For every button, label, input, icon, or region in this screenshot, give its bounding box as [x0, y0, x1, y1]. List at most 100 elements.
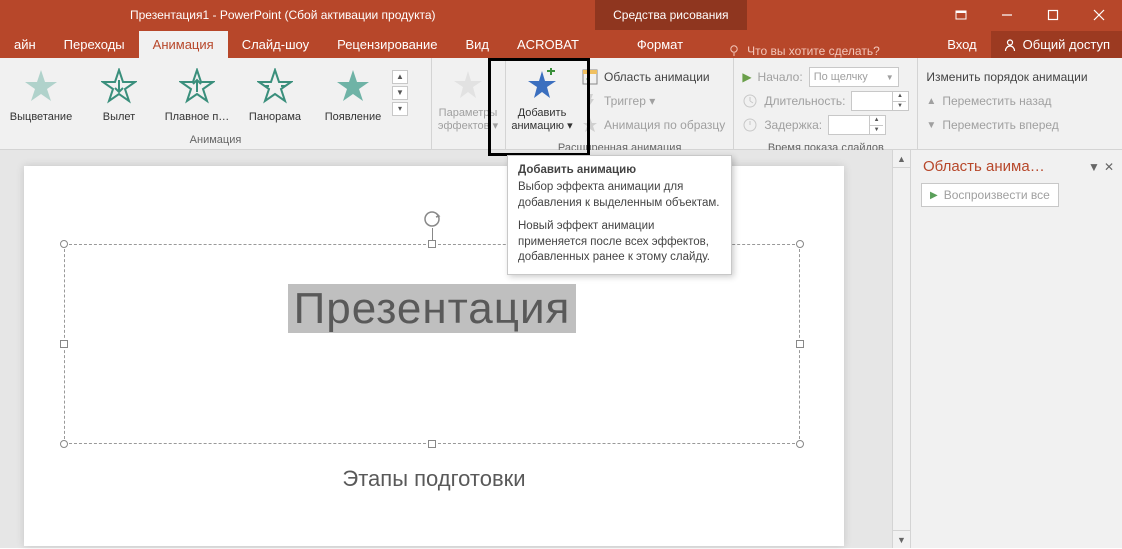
add-animation-button[interactable]: Добавить анимацию ▾	[508, 62, 576, 140]
move-later-label: Переместить вперед	[942, 118, 1058, 132]
gallery-down[interactable]: ▼	[392, 86, 408, 100]
group-effect-options: Параметры эффектов ▾	[432, 58, 506, 149]
start-row: ▶ Начало: По щелчку▼	[742, 66, 909, 88]
tab-slideshow[interactable]: Слайд-шоу	[228, 31, 323, 58]
resize-handle[interactable]	[428, 440, 436, 448]
start-dropdown[interactable]: По щелчку▼	[809, 67, 899, 87]
tab-acrobat[interactable]: ACROBAT	[503, 31, 593, 58]
move-later-button: ▼ Переместить вперед	[926, 114, 1087, 136]
star-icon	[335, 68, 371, 104]
title-bar: Презентация1 - PowerPoint (Сбой активаци…	[0, 0, 1122, 30]
animation-pane-title: Область анима…	[923, 158, 1045, 175]
tab-view[interactable]: Вид	[451, 31, 503, 58]
play-all-button: ▶ Воспроизвести все	[921, 183, 1059, 207]
slide-subtitle[interactable]: Этапы подготовки	[24, 448, 844, 492]
animation-pane-label: Область анимации	[604, 70, 710, 84]
play-all-label: Воспроизвести все	[944, 188, 1050, 202]
start-label: Начало:	[758, 70, 803, 84]
resize-handle[interactable]	[796, 340, 804, 348]
start-value: По щелчку	[814, 71, 868, 83]
resize-handle[interactable]	[60, 340, 68, 348]
gallery-up[interactable]: ▲	[392, 70, 408, 84]
trigger-label: Триггер ▾	[604, 94, 655, 108]
anim-split[interactable]: Панорама	[236, 62, 314, 127]
anim-label: Выцветание	[4, 111, 78, 123]
effect-options-button: Параметры эффектов ▾	[434, 62, 502, 137]
anim-appear[interactable]: Появление	[314, 62, 392, 127]
close-button[interactable]	[1076, 0, 1122, 30]
minimize-button[interactable]	[984, 0, 1030, 30]
star-icon-disabled	[451, 68, 485, 102]
tooltip-body: Выбор эффекта анимации для добавления к …	[518, 180, 721, 211]
clock-icon	[742, 93, 758, 109]
pane-close-icon[interactable]: ✕	[1104, 160, 1114, 174]
slide-editor: Презентация Этапы подготовки ▲ ▼	[0, 150, 910, 548]
tab-design[interactable]: айн	[0, 31, 50, 58]
pane-menu-icon[interactable]: ▼	[1088, 160, 1100, 174]
window-title: Презентация1 - PowerPoint (Сбой активаци…	[0, 8, 436, 22]
painter-icon	[582, 117, 598, 133]
tab-review[interactable]: Рецензирование	[323, 31, 451, 58]
tell-me-placeholder: Что вы хотите сделать?	[747, 44, 880, 58]
maximize-button[interactable]	[1030, 0, 1076, 30]
move-earlier-label: Переместить назад	[942, 94, 1051, 108]
trigger-button: Триггер ▾	[582, 90, 725, 112]
anim-flyin[interactable]: Вылет	[80, 62, 158, 127]
group-label: Анимация	[2, 132, 429, 149]
reorder-title: Изменить порядок анимации	[926, 66, 1087, 88]
ribbon-display-options-icon[interactable]	[938, 0, 984, 30]
clock-icon	[742, 117, 758, 133]
tab-format[interactable]: Формат	[623, 31, 697, 58]
duration-input[interactable]	[852, 92, 892, 110]
vertical-scrollbar[interactable]: ▲ ▼	[892, 150, 910, 548]
rotate-handle-icon[interactable]	[423, 210, 441, 228]
pane-icon	[582, 69, 598, 85]
delay-input[interactable]	[829, 116, 869, 134]
gallery-more[interactable]: ▾	[392, 102, 408, 116]
resize-handle[interactable]	[796, 440, 804, 448]
anim-label: Панорама	[238, 111, 312, 123]
animation-pane: Область анима… ▼ ✕ ▶ Воспроизвести все	[910, 150, 1122, 548]
add-animation-tooltip: Добавить анимацию Выбор эффекта анимации…	[507, 155, 732, 275]
group-animation: Выцветание Вылет Плавное п… Панорама Поя…	[0, 58, 432, 149]
group-reorder: Изменить порядок анимации ▲ Переместить …	[918, 58, 1095, 149]
animation-pane-button[interactable]: Область анимации	[582, 66, 725, 88]
star-plus-icon	[525, 68, 559, 102]
resize-handle[interactable]	[428, 240, 436, 248]
gallery-scroll: ▲ ▼ ▾	[392, 62, 408, 127]
ribbon: Выцветание Вылет Плавное п… Панорама Поя…	[0, 58, 1122, 150]
move-earlier-button: ▲ Переместить назад	[926, 90, 1087, 112]
star-icon	[23, 68, 59, 104]
group-timing: ▶ Начало: По щелчку▼ Длительность: ▲▼ За…	[734, 58, 918, 149]
anim-fade[interactable]: Выцветание	[2, 62, 80, 127]
scroll-up[interactable]: ▲	[893, 150, 910, 168]
scroll-down[interactable]: ▼	[893, 530, 910, 548]
tooltip-body: Новый эффект анимации применяется после …	[518, 219, 721, 266]
duration-spinner[interactable]: ▲▼	[851, 91, 909, 111]
animation-painter-button: Анимация по образцу	[582, 114, 725, 136]
sign-in-link[interactable]: Вход	[933, 31, 990, 58]
duration-row: Длительность: ▲▼	[742, 90, 909, 112]
ribbon-tabs: айн Переходы Анимация Слайд-шоу Рецензир…	[0, 30, 1122, 58]
resize-handle[interactable]	[60, 240, 68, 248]
anim-floatin[interactable]: Плавное п…	[158, 62, 236, 127]
share-label: Общий доступ	[1023, 37, 1110, 52]
tooltip-title: Добавить анимацию	[518, 164, 721, 176]
group-extended-animation: Добавить анимацию ▾ Область анимации Три…	[506, 58, 734, 149]
trigger-icon	[582, 93, 598, 109]
tell-me-search[interactable]: Что вы хотите сделать?	[727, 44, 880, 58]
resize-handle[interactable]	[60, 440, 68, 448]
share-button[interactable]: Общий доступ	[991, 31, 1122, 58]
delay-spinner[interactable]: ▲▼	[828, 115, 886, 135]
anim-label: Плавное п…	[160, 111, 234, 123]
person-icon	[1003, 38, 1017, 52]
resize-handle[interactable]	[796, 240, 804, 248]
tab-transitions[interactable]: Переходы	[50, 31, 139, 58]
anim-label: Вылет	[82, 111, 156, 123]
tab-animation[interactable]: Анимация	[139, 31, 228, 58]
contextual-tab-label: Средства рисования	[595, 0, 746, 30]
bulb-icon	[727, 44, 741, 58]
effect-options-label: Параметры эффектов ▾	[436, 107, 500, 133]
star-icon	[257, 68, 293, 104]
anim-label: Появление	[316, 111, 390, 123]
